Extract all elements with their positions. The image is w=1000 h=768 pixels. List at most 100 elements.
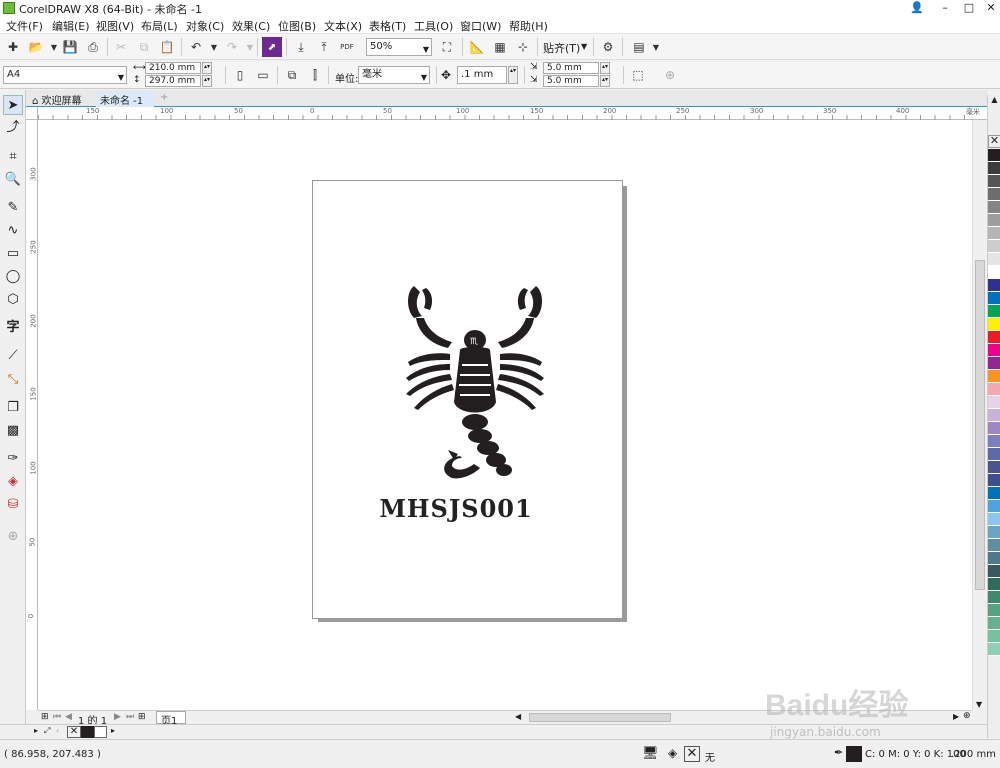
menu-help[interactable]: 帮助(H) <box>509 18 548 34</box>
cut-icon[interactable]: ✂ <box>111 37 131 57</box>
duplicate-x-field[interactable]: 5.0 mm <box>543 62 599 74</box>
page-tab-1[interactable]: 页1 <box>156 711 186 727</box>
previous-page-icon[interactable]: ◀ <box>65 712 72 722</box>
fill-none-icon[interactable]: ✕ <box>684 746 700 762</box>
width-spinner[interactable]: ▴▾ <box>202 62 212 74</box>
black-swatch[interactable] <box>81 726 94 738</box>
paste-icon[interactable]: 📋 <box>157 37 177 57</box>
import-icon[interactable]: ⤓ <box>291 37 311 57</box>
add-tool-icon[interactable]: ⊕ <box>3 527 23 547</box>
menu-view[interactable]: 视图(V) <box>96 18 134 34</box>
palette-swatch[interactable] <box>988 591 1000 604</box>
palette-swatch[interactable] <box>988 617 1000 630</box>
landscape-icon[interactable]: ▭ <box>253 65 273 85</box>
color-proofing-icon[interactable]: 🖥 <box>642 746 659 761</box>
palette-swatch[interactable] <box>988 526 1000 539</box>
new-tab-plus-icon[interactable]: + <box>156 91 172 107</box>
palette-prev-icon[interactable]: ‹ <box>56 726 59 735</box>
palette-swatch[interactable] <box>988 383 1000 396</box>
vertical-scrollbar[interactable]: ▼ <box>972 120 987 710</box>
smart-fill-icon[interactable]: ⛁ <box>3 495 23 515</box>
horizontal-ruler[interactable]: 150 100 50 0 50 100 150 200 250 300 350 … <box>38 107 987 120</box>
doc-palette-arrow-icon[interactable]: ▸ <box>34 726 38 735</box>
zoom-navigator-icon[interactable]: ⊕ <box>963 711 971 721</box>
palette-swatch[interactable] <box>988 266 1000 279</box>
palette-swatch[interactable] <box>988 214 1000 227</box>
current-page-icon[interactable]: ⫿ <box>305 65 325 85</box>
palette-swatch[interactable] <box>988 487 1000 500</box>
show-grid-icon[interactable]: ▦ <box>490 37 510 57</box>
zoom-tool-icon[interactable]: 🔍 <box>3 170 23 190</box>
undo-dropdown-icon[interactable]: ▼ <box>204 37 224 57</box>
palette-swatch[interactable] <box>988 305 1000 318</box>
palette-swatch[interactable] <box>988 448 1000 461</box>
tab-welcome-screen[interactable]: ⌂ 欢迎屏幕 <box>28 91 96 107</box>
menu-tools[interactable]: 工具(O) <box>414 18 453 34</box>
units-select[interactable]: 毫米 ▼ <box>358 66 430 84</box>
palette-swatch[interactable] <box>988 370 1000 383</box>
first-page-icon[interactable]: ⏮ <box>53 712 61 722</box>
ruler-origin-icon[interactable] <box>26 107 38 120</box>
palette-swatch[interactable] <box>988 578 1000 591</box>
snap-dropdown-icon[interactable]: ▼ <box>581 42 587 51</box>
full-screen-icon[interactable]: ⛶ <box>437 37 457 57</box>
artwork-code-text[interactable]: MHSJS001 <box>285 494 627 523</box>
palette-swatch[interactable] <box>988 435 1000 448</box>
rectangle-tool-icon[interactable]: ▭ <box>3 244 23 264</box>
artistic-media-icon[interactable]: ∿ <box>3 221 23 241</box>
duplicate-y-field[interactable]: 5.0 mm <box>543 75 599 87</box>
tab-untitled-1[interactable]: 未命名 -1 <box>96 91 154 107</box>
redo-icon[interactable]: ↷ <box>222 37 242 57</box>
outline-color-swatch[interactable] <box>846 746 862 762</box>
ellipse-tool-icon[interactable]: ◯ <box>3 267 23 287</box>
menu-effects[interactable]: 效果(C) <box>232 18 270 34</box>
height-spinner[interactable]: ▴▾ <box>202 75 212 87</box>
print-icon[interactable]: ⎙ <box>83 37 103 57</box>
palette-swatch[interactable] <box>988 253 1000 266</box>
next-page-icon[interactable]: ▶ <box>114 712 121 722</box>
palette-swatch[interactable] <box>988 539 1000 552</box>
eyedropper-icon[interactable]: ✑ <box>3 449 23 469</box>
pick-tool-icon[interactable]: ➤ <box>3 95 23 115</box>
user-icon[interactable]: 👤 <box>904 0 930 16</box>
menu-table[interactable]: 表格(T) <box>369 18 406 34</box>
new-document-icon[interactable]: ✚ <box>3 37 23 57</box>
scroll-down-icon[interactable]: ▼ <box>976 700 982 709</box>
palette-swatch[interactable] <box>988 422 1000 435</box>
palette-swatch[interactable] <box>988 409 1000 422</box>
vertical-scroll-thumb[interactable] <box>975 260 985 590</box>
add-page-after-icon[interactable]: ⊞ <box>138 712 146 722</box>
vertical-ruler[interactable]: 300 250 200 150 100 50 0 <box>26 120 38 710</box>
undo-icon[interactable]: ↶ <box>186 37 206 57</box>
palette-swatch[interactable] <box>988 162 1000 175</box>
search-content-icon[interactable]: ⬈ <box>262 37 282 57</box>
palette-swatch[interactable] <box>988 565 1000 578</box>
palette-swatch[interactable] <box>988 175 1000 188</box>
freehand-tool-icon[interactable]: ✎ <box>3 198 23 218</box>
publish-pdf-icon[interactable]: PDF <box>337 37 357 57</box>
palette-swatch[interactable] <box>988 513 1000 526</box>
palette-swatch[interactable] <box>988 344 1000 357</box>
paper-size-select[interactable]: A4 ▼ <box>3 66 127 84</box>
menu-window[interactable]: 窗口(W) <box>460 18 501 34</box>
no-color-swatch-icon[interactable]: ✕ <box>988 135 1000 148</box>
duplicate-x-spinner[interactable]: ▴▾ <box>600 62 610 74</box>
text-tool-icon[interactable]: 字 <box>3 318 23 338</box>
snap-to-menu[interactable]: 贴齐(T) <box>543 40 580 56</box>
polygon-tool-icon[interactable]: ⬡ <box>3 290 23 310</box>
connector-tool-icon[interactable]: ⤡ <box>3 370 23 390</box>
palette-swatch[interactable] <box>988 188 1000 201</box>
open-folder-icon[interactable]: 📂 <box>26 37 46 57</box>
nudge-distance-field[interactable]: .1 mm <box>457 66 507 84</box>
launcher-dropdown-icon[interactable]: ▼ <box>646 37 666 57</box>
menu-bitmap[interactable]: 位图(B) <box>278 18 316 34</box>
add-page-before-icon[interactable]: ⊞ <box>41 712 49 722</box>
show-rulers-icon[interactable]: 📐 <box>467 37 487 57</box>
all-pages-icon[interactable]: ⧉ <box>282 65 302 85</box>
interactive-fill-icon[interactable]: ◈ <box>3 472 23 492</box>
palette-swatch[interactable] <box>988 279 1000 292</box>
quick-customize-icon[interactable]: ⊕ <box>660 65 680 85</box>
palette-swatch[interactable] <box>988 201 1000 214</box>
menu-text[interactable]: 文本(X) <box>324 18 362 34</box>
show-guidelines-icon[interactable]: ⊹ <box>513 37 533 57</box>
